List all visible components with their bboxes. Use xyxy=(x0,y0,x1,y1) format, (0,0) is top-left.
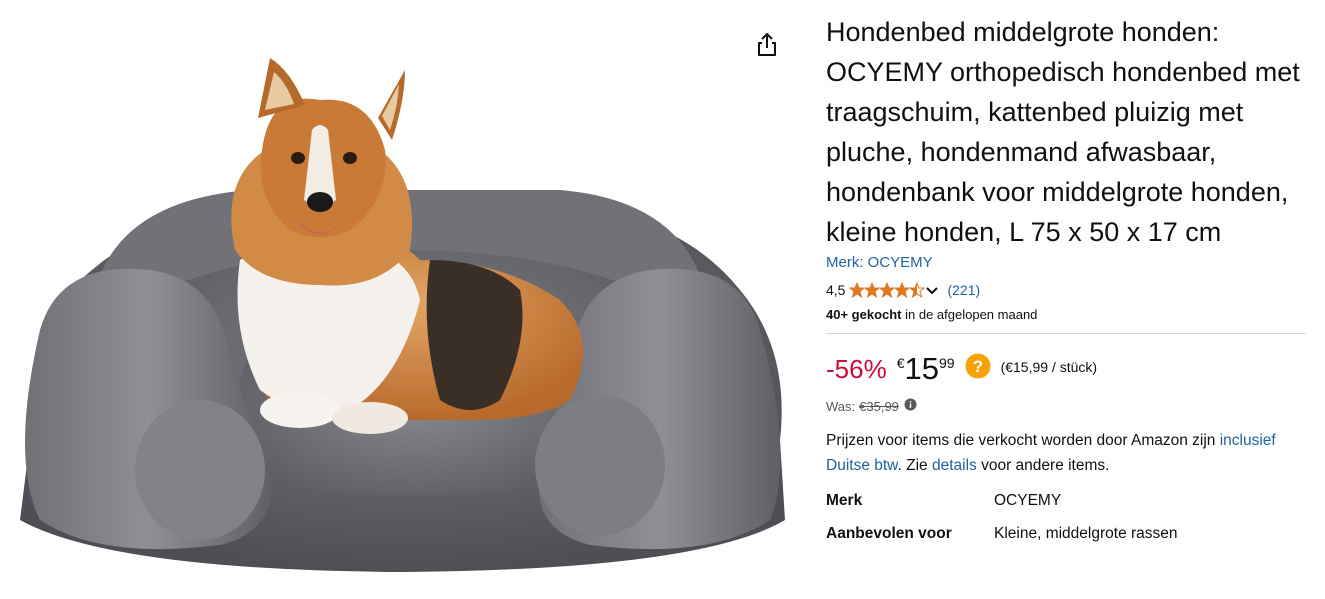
dog-bed-image xyxy=(20,58,785,572)
price-whole: 15 xyxy=(904,351,939,386)
was-info-button[interactable] xyxy=(904,398,917,414)
spec-label: Merk xyxy=(826,491,863,509)
info-icon xyxy=(904,398,917,411)
current-price: € 15 99 xyxy=(897,352,965,386)
vat-note-text: Prijzen voor items die verkocht worden d… xyxy=(826,432,1220,449)
was-price-row: Was: €35,99 xyxy=(826,398,1308,414)
star-rating[interactable] xyxy=(849,282,941,298)
product-info: Hondenbed middelgrote honden: OCYEMY ort… xyxy=(826,12,1308,550)
unit-price: (€15,99 / stück) xyxy=(1000,359,1098,375)
was-price: €35,99 xyxy=(859,398,899,414)
bought-period: in de afgelopen maand xyxy=(901,307,1038,322)
divider xyxy=(826,333,1306,334)
share-button[interactable] xyxy=(752,30,782,60)
bought-count: 40+ gekocht xyxy=(826,307,902,322)
svg-text:?: ? xyxy=(972,357,982,376)
brand-link[interactable]: Merk: OCYEMY xyxy=(826,252,1308,274)
product-image[interactable] xyxy=(0,0,800,594)
was-label: Was: xyxy=(826,398,856,414)
product-title: Hondenbed middelgrote honden: OCYEMY ort… xyxy=(826,17,1300,247)
price-fraction: 99 xyxy=(938,355,955,371)
vat-note: Prijzen voor items die verkocht worden d… xyxy=(826,428,1308,478)
chevron-down-icon xyxy=(926,287,939,295)
vat-note-middle: . Zie xyxy=(897,457,932,474)
vat-note-end: voor andere items. xyxy=(976,457,1110,474)
spec-row: Aanbevolen voor Kleine, middelgrote rass… xyxy=(826,517,1178,550)
review-count-link[interactable]: (221) xyxy=(947,280,980,300)
spec-row: Merk OCYEMY xyxy=(826,484,1178,517)
question-mark-icon: ? xyxy=(965,353,991,379)
spec-label: Aanbevolen voor xyxy=(826,524,952,542)
rating-row: 4,5 (221) xyxy=(826,280,1308,300)
stars-icon xyxy=(849,282,939,298)
share-icon xyxy=(758,33,776,56)
spec-value: OCYEMY xyxy=(994,491,1062,509)
price-currency: € xyxy=(896,355,905,371)
details-link[interactable]: details xyxy=(932,457,977,474)
bought-info: 40+ gekocht in de afgelopen maand xyxy=(826,306,1308,324)
discount-percent: -56% xyxy=(826,354,887,384)
spec-value: Kleine, middelgrote rassen xyxy=(994,524,1178,542)
price-help-button[interactable]: ? xyxy=(965,353,991,379)
spec-table: Merk OCYEMY Aanbevolen voor Kleine, midd… xyxy=(826,484,1178,550)
rating-value: 4,5 xyxy=(826,282,846,298)
price-row: -56% € 15 99 ? (€15,99 / stück) xyxy=(826,352,1308,392)
